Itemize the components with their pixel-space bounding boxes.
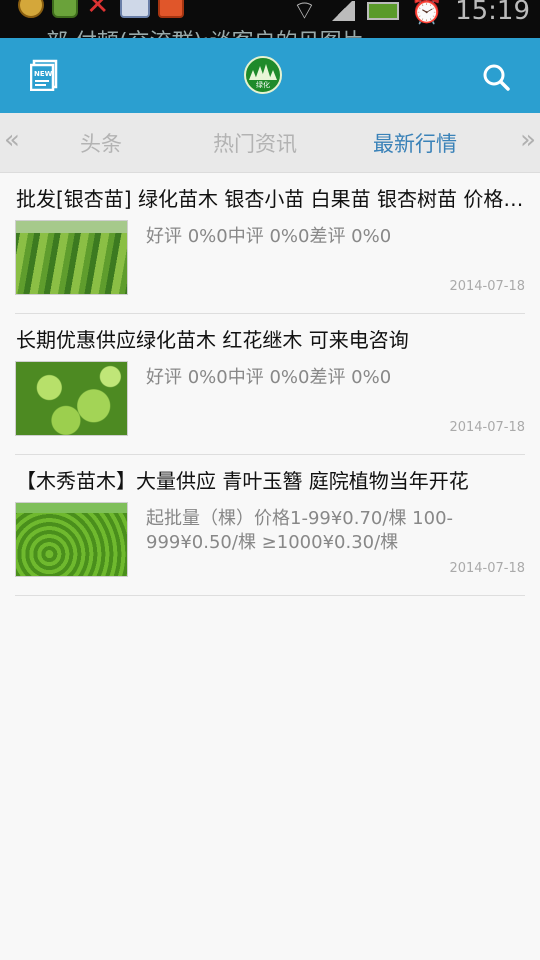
battery-icon xyxy=(366,1,399,20)
notification-icon xyxy=(18,0,44,18)
app-bar: NEW 绿化 xyxy=(0,38,540,113)
tab-latest-market[interactable]: 最新行情 xyxy=(373,128,457,158)
tab-hot-news[interactable]: 热门资讯 xyxy=(213,128,297,158)
item-description: 好评 0%0中评 0%0差评 0%0 xyxy=(146,226,392,247)
tabs-scroll-left-icon[interactable]: « xyxy=(4,125,20,155)
status-bar: ✕ 一部 付顿(交流群):谈客户的见图片 ⌔ ⏰ 15:19 xyxy=(0,0,540,38)
news-list: 批发[银杏苗] 绿化苗木 银杏小苗 白果苗 银杏树苗 价格优惠 好评 0%0中评… xyxy=(15,173,528,596)
list-item[interactable]: 【木秀苗木】大量供应 青叶玉簪 庭院植物当年开花 起批量（棵）价格1-99¥0.… xyxy=(15,455,525,596)
tabs-scroll-right-icon[interactable]: » xyxy=(520,125,536,155)
news-icon[interactable]: NEW xyxy=(30,59,58,91)
list-item[interactable]: 批发[银杏苗] 绿化苗木 银杏小苗 白果苗 银杏树苗 价格优惠 好评 0%0中评… xyxy=(15,173,528,314)
chat-icon xyxy=(52,0,78,18)
wifi-icon: ⌔ xyxy=(292,0,317,26)
category-tabs: « 头条 热门资讯 最新行情 » xyxy=(0,113,540,173)
item-date: 2014-07-18 xyxy=(449,420,525,435)
item-title: 批发[银杏苗] 绿化苗木 银杏小苗 白果苗 银杏树苗 价格优惠 xyxy=(16,187,528,211)
clock: 15:19 xyxy=(455,0,530,26)
item-thumbnail xyxy=(15,361,128,436)
item-title: 长期优惠供应绿化苗木 红花继木 可来电咨询 xyxy=(16,328,409,352)
browser-icon xyxy=(158,0,184,18)
item-description: 好评 0%0中评 0%0差评 0%0 xyxy=(146,367,392,388)
svg-text:NEW: NEW xyxy=(34,70,53,78)
alarm-icon: ⏰ xyxy=(410,0,444,26)
app-logo: 绿化 xyxy=(244,56,282,94)
logo-label: 绿化 xyxy=(256,81,270,89)
list-item[interactable]: 长期优惠供应绿化苗木 红花继木 可来电咨询 好评 0%0中评 0%0差评 0%0… xyxy=(15,314,525,455)
item-title: 【木秀苗木】大量供应 青叶玉簪 庭院植物当年开花 xyxy=(16,469,469,493)
item-description: 起批量（棵）价格1-99¥0.70/棵 100-999¥0.50/棵 ≥1000… xyxy=(146,508,454,553)
search-icon[interactable] xyxy=(482,63,510,91)
tab-headlines[interactable]: 头条 xyxy=(80,128,122,158)
item-thumbnail xyxy=(15,502,128,577)
app-notification-icon xyxy=(120,0,150,18)
item-thumbnail xyxy=(15,220,128,295)
item-date: 2014-07-18 xyxy=(449,279,525,294)
missed-call-icon: ✕ xyxy=(86,0,110,21)
item-date: 2014-07-18 xyxy=(449,561,525,576)
system-icons: ⌔ ⏰ 15:19 xyxy=(292,0,530,27)
signal-icon xyxy=(328,0,355,21)
